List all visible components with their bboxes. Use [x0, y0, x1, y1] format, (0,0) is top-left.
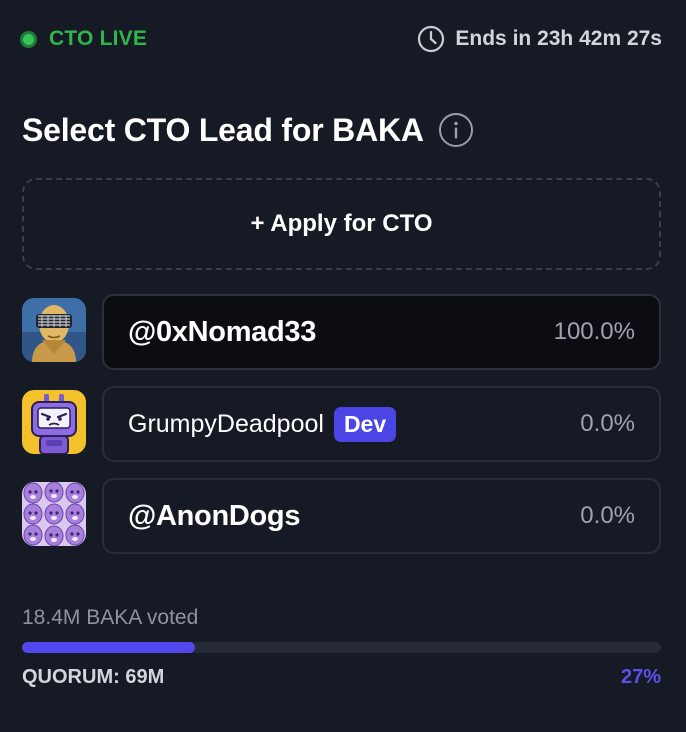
avatar	[22, 482, 86, 546]
candidate-percent: 0.0%	[580, 502, 635, 529]
candidate-row: GrumpyDeadpool Dev 0.0%	[22, 386, 661, 462]
candidate-percent: 100.0%	[553, 318, 635, 345]
candidate-percent: 0.0%	[580, 410, 635, 437]
quorum-percent: 27%	[620, 666, 661, 688]
page-title: Select CTO Lead for BAKA	[22, 111, 424, 148]
status-bar: CTO LIVE Ends in 23h 42m 27s	[0, 0, 686, 78]
candidate-card[interactable]: @AnonDogs 0.0%	[102, 478, 661, 554]
quorum-label: QUORUM: 69M	[22, 666, 165, 688]
candidate-row: @AnonDogs 0.0%	[22, 478, 661, 554]
candidate-row: @0xNomad33 100.0%	[22, 294, 661, 370]
live-status-dot-icon	[20, 30, 37, 48]
countdown-label: Ends in 23h 42m 27s	[455, 27, 662, 50]
candidate-name: @AnonDogs	[128, 499, 301, 532]
candidate-name: GrumpyDeadpool	[128, 409, 324, 438]
live-indicator: CTO LIVE	[20, 26, 147, 52]
quorum-progress-fill	[22, 642, 195, 653]
live-status-label: CTO LIVE	[49, 27, 148, 50]
grumpy-robot-avatar-icon	[22, 390, 86, 454]
countdown: Ends in 23h 42m 27s	[417, 24, 662, 54]
avatar	[22, 390, 86, 454]
anon-dogs-avatar-icon	[22, 482, 86, 546]
dev-badge: Dev	[333, 406, 397, 442]
candidate-card[interactable]: GrumpyDeadpool Dev 0.0%	[102, 386, 661, 462]
clock-icon	[418, 25, 445, 53]
quorum-progress-bar	[22, 642, 661, 653]
title-row: Select CTO Lead for BAKA	[22, 108, 474, 152]
info-icon[interactable]	[438, 112, 474, 148]
apply-for-cto-button[interactable]: + Apply for CTO	[22, 178, 661, 270]
candidate-card[interactable]: @0xNomad33 100.0%	[102, 294, 661, 370]
nomad-avatar-icon	[22, 298, 86, 362]
candidate-name: @0xNomad33	[128, 315, 317, 348]
voted-amount: 18.4M BAKA voted	[22, 606, 199, 629]
avatar	[22, 298, 86, 362]
